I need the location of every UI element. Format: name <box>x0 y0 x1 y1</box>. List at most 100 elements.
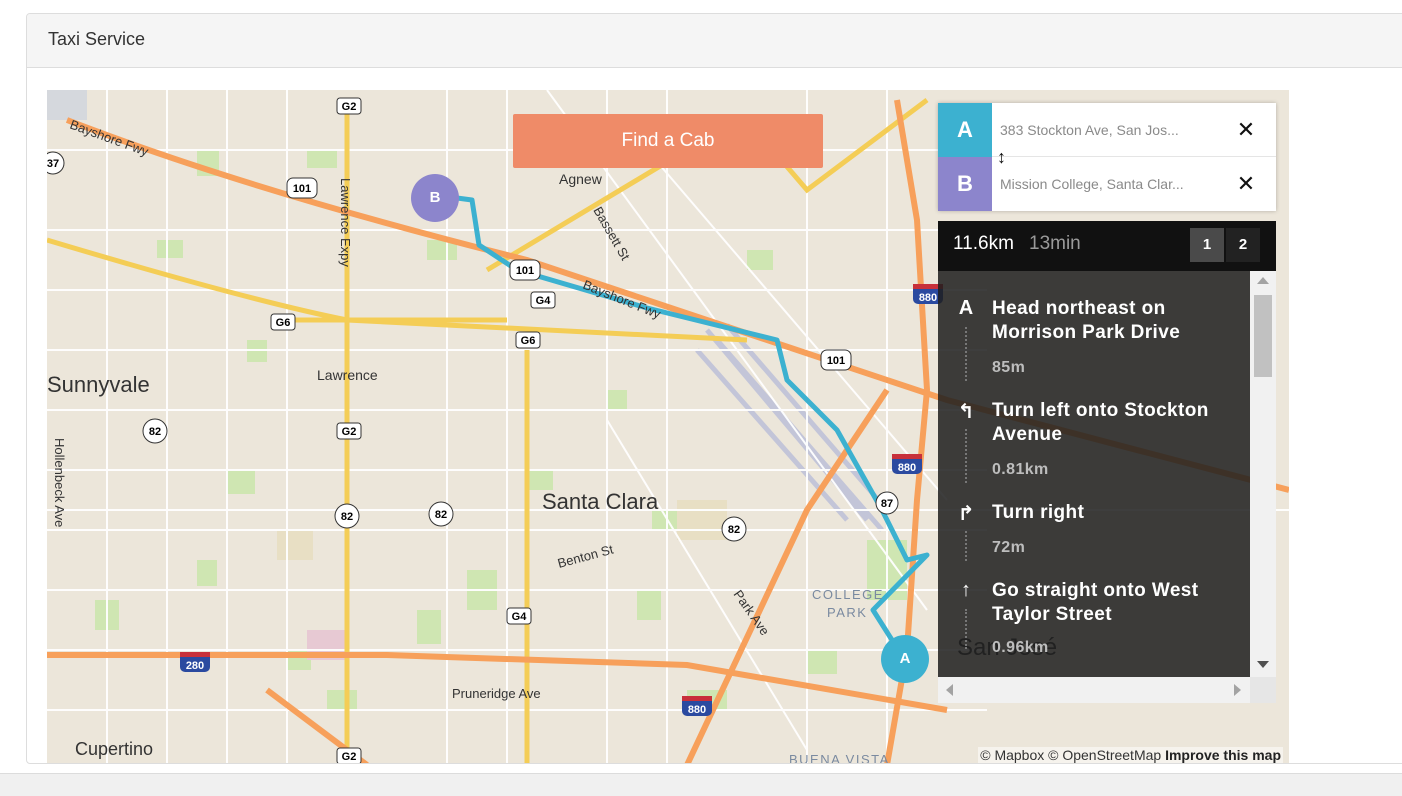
place-label-santa-clara: Santa Clara <box>542 489 659 514</box>
shield-82-4: 82 <box>721 516 747 542</box>
route-tab-1[interactable]: 1 <box>1190 228 1224 262</box>
place-label-buena-vista: BUENA VISTA <box>789 752 890 764</box>
improve-map-link[interactable]: Improve this map <box>1165 747 1281 763</box>
scroll-right-icon[interactable] <box>1234 684 1241 696</box>
svg-text:G2: G2 <box>342 101 357 113</box>
svg-text:82: 82 <box>435 509 447 521</box>
taxi-service-panel: Taxi Service Sunnyvale Santa Clara Lawre… <box>26 13 1402 764</box>
step-connector <box>965 327 967 381</box>
page-footer-bar <box>0 773 1402 796</box>
road-label-hollenbeck: Hollenbeck Ave <box>52 438 67 527</box>
scroll-up-icon[interactable] <box>1257 277 1269 284</box>
route-tab-2[interactable]: 2 <box>1226 228 1260 262</box>
step-distance: 0.96km <box>992 639 1049 656</box>
svg-text:G6: G6 <box>521 335 536 347</box>
step-instruction: Head northeast on Morrison Park Drive <box>992 298 1181 343</box>
shield-g6-2: G6 <box>515 331 541 349</box>
svg-text:280: 280 <box>186 660 204 672</box>
step-instruction: Turn right <box>992 502 1085 523</box>
svg-text:101: 101 <box>516 265 534 277</box>
shield-g4-2: G4 <box>506 607 532 625</box>
shield-82-2: 82 <box>334 503 360 529</box>
step-instruction: Turn left onto Stockton Avenue <box>992 400 1209 445</box>
place-label-college: COLLEGE <box>812 587 884 602</box>
shield-82: 82 <box>142 418 168 444</box>
turn-left-icon: ↰ <box>957 401 975 423</box>
svg-text:G2: G2 <box>342 426 357 438</box>
route-distance: 11.6km <box>953 233 1014 254</box>
svg-text:82: 82 <box>341 511 353 523</box>
osm-attribution-link[interactable]: © OpenStreetMap <box>1048 747 1161 763</box>
road-label-pruneridge: Pruneridge Ave <box>452 686 541 701</box>
step-connector <box>965 609 967 649</box>
mapbox-attribution-link[interactable]: © Mapbox <box>980 747 1044 763</box>
start-point-icon: A <box>958 297 974 319</box>
svg-text:G2: G2 <box>342 751 357 763</box>
scroll-down-icon[interactable] <box>1257 661 1269 668</box>
scrollbar-corner <box>1250 677 1276 703</box>
map[interactable]: Sunnyvale Santa Clara Lawrence Cupertino… <box>47 90 1289 764</box>
place-label-lawrence: Lawrence <box>317 367 378 383</box>
shield-37: 37 <box>47 151 65 175</box>
svg-text:87: 87 <box>881 498 893 510</box>
scroll-left-icon[interactable] <box>946 684 953 696</box>
svg-text:82: 82 <box>728 524 740 536</box>
clear-origin-button[interactable]: ✕ <box>1234 117 1258 143</box>
route-duration: 13min <box>1029 233 1081 254</box>
turn-right-icon: ↱ <box>957 503 975 525</box>
shield-g6: G6 <box>270 313 296 331</box>
shield-82-3: 82 <box>428 501 454 527</box>
shield-g2-bottom: G2 <box>336 747 362 763</box>
route-summary: 11.6km 13min 1 2 <box>938 221 1276 271</box>
find-a-cab-button[interactable]: Find a Cab <box>513 114 823 168</box>
shield-g4: G4 <box>530 291 556 309</box>
shield-101-2: 101 <box>820 349 852 371</box>
destination-row: B ✕ <box>938 157 1276 211</box>
shield-g2-top: G2 <box>336 97 362 115</box>
svg-text:880: 880 <box>919 292 937 304</box>
step-connector <box>965 429 967 483</box>
origin-input[interactable] <box>1000 117 1220 143</box>
place-label-sunnyvale: Sunnyvale <box>47 372 150 397</box>
vertical-scrollbar[interactable] <box>1250 271 1276 677</box>
step-distance: 85m <box>992 359 1026 376</box>
directions-steps-list[interactable]: A Head northeast on Morrison Park Drive … <box>938 271 1250 677</box>
svg-text:37: 37 <box>47 158 59 170</box>
directions-panel: 11.6km 13min 1 2 A Head northeast on Mor… <box>938 221 1276 703</box>
directions-inputs: A ✕ B ✕ ↕ <box>938 103 1276 211</box>
shield-880: 880 <box>892 454 922 474</box>
shield-101: 101 <box>286 177 318 199</box>
svg-text:101: 101 <box>293 183 311 195</box>
shield-880-3: 880 <box>682 696 712 716</box>
origin-label: A <box>938 103 992 157</box>
svg-text:101: 101 <box>827 355 845 367</box>
panel-title: Taxi Service <box>27 14 1402 68</box>
svg-text:G4: G4 <box>512 611 528 623</box>
clear-destination-button[interactable]: ✕ <box>1234 171 1258 197</box>
shield-g2-mid: G2 <box>336 422 362 440</box>
horizontal-scrollbar[interactable] <box>938 677 1250 703</box>
road-label-bayshore: Bayshore Fwy <box>68 117 151 159</box>
scroll-thumb[interactable] <box>1254 295 1272 377</box>
place-label-park: PARK <box>827 605 867 620</box>
reverse-route-icon[interactable]: ↕ <box>997 147 1006 167</box>
svg-text:880: 880 <box>898 462 916 474</box>
destination-marker[interactable]: B <box>411 174 459 222</box>
place-label-cupertino: Cupertino <box>75 739 153 759</box>
svg-text:880: 880 <box>688 704 706 716</box>
shield-87: 87 <box>875 491 899 515</box>
map-attribution: © Mapbox © OpenStreetMap Improve this ma… <box>978 747 1283 763</box>
straight-icon: ↑ <box>961 579 971 601</box>
shield-101-3: 101 <box>509 259 541 281</box>
origin-row: A ✕ <box>938 103 1276 157</box>
step-distance: 0.81km <box>992 461 1049 478</box>
road-label-lawrence-expy: Lawrence Expy <box>338 178 353 267</box>
road-label-bassett: Bassett St <box>590 204 633 263</box>
destination-input[interactable] <box>1000 171 1220 197</box>
destination-label: B <box>938 157 992 211</box>
place-label-agnew: Agnew <box>559 171 603 187</box>
svg-text:82: 82 <box>149 426 161 438</box>
origin-marker[interactable]: A <box>881 635 929 683</box>
step-distance: 72m <box>992 539 1026 556</box>
svg-text:G4: G4 <box>536 295 552 307</box>
